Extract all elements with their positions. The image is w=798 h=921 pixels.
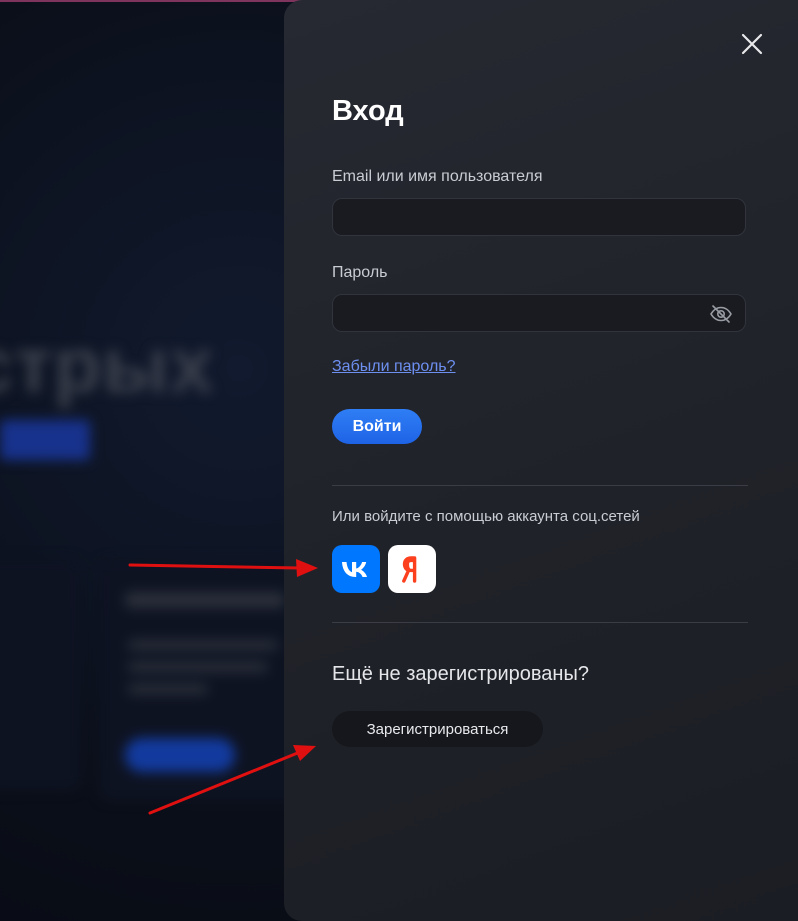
background-button bbox=[125, 738, 235, 772]
yandex-login-button[interactable] bbox=[388, 545, 436, 593]
divider bbox=[332, 485, 748, 486]
email-field[interactable] bbox=[333, 199, 745, 235]
password-label: Пароль bbox=[332, 264, 388, 281]
background-text-line bbox=[128, 684, 208, 694]
background-text-line bbox=[125, 592, 285, 608]
background-text-line bbox=[128, 640, 278, 650]
register-button[interactable]: Зарегистрироваться bbox=[332, 711, 543, 747]
email-field-wrapper bbox=[332, 198, 746, 236]
password-field[interactable] bbox=[333, 295, 745, 331]
password-field-wrapper bbox=[332, 294, 746, 332]
vk-logo-icon bbox=[342, 562, 367, 577]
close-icon[interactable] bbox=[740, 32, 764, 56]
forgot-password-link[interactable]: Забыли пароль? bbox=[332, 358, 456, 376]
social-login-text: Или войдите с помощью аккаунта соц.сетей bbox=[332, 508, 640, 525]
vk-login-button[interactable] bbox=[332, 545, 380, 593]
background-heading: стрых bbox=[0, 321, 215, 409]
modal-title: Вход bbox=[332, 95, 404, 127]
email-label: Email или имя пользователя bbox=[332, 168, 543, 185]
eye-off-icon[interactable] bbox=[709, 304, 733, 324]
divider bbox=[332, 622, 748, 623]
background-card bbox=[0, 560, 80, 790]
background-text-line bbox=[128, 662, 268, 672]
register-heading: Ещё не зарегистрированы? bbox=[332, 663, 589, 685]
background-accent-block bbox=[0, 420, 90, 460]
login-button[interactable]: Войти bbox=[332, 409, 422, 444]
yandex-logo-icon bbox=[402, 556, 417, 583]
login-modal: Вход Email или имя пользователя Пароль З… bbox=[284, 0, 798, 921]
